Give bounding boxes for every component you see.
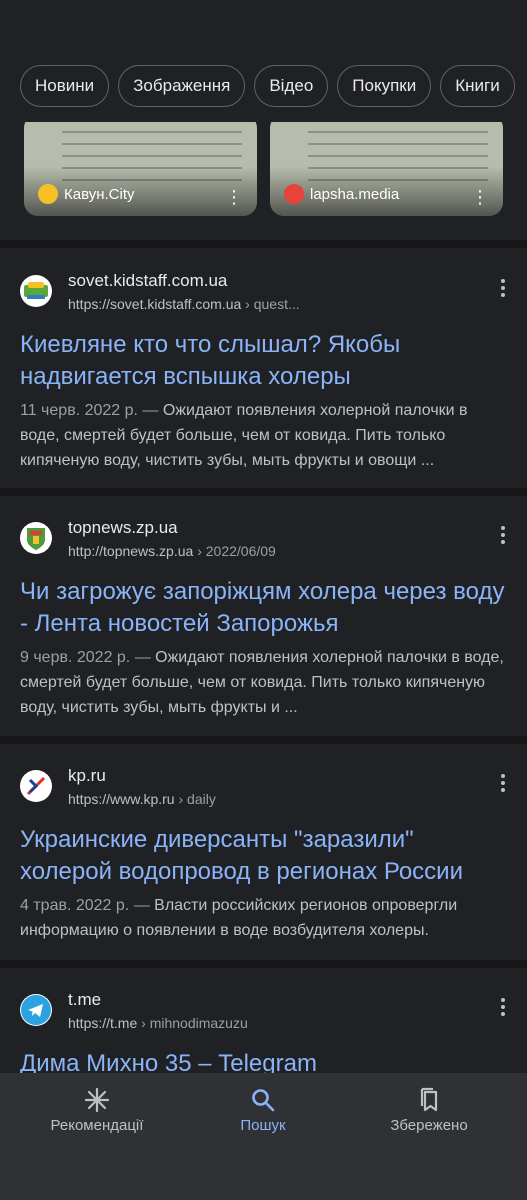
result-snippet: 4 трав. 2022 р. — Власти российских реги… [20, 897, 458, 939]
result-url: https://www.kp.ru › daily [68, 791, 216, 807]
filter-chips: Новини Зображення Відео Покупки Книги [20, 65, 515, 107]
bottom-navigation: Рекомендації Пошук Збережено [0, 1073, 527, 1200]
chip-books[interactable]: Книги [440, 65, 515, 107]
source-logo-icon [38, 184, 58, 204]
nav-search[interactable]: Пошук [183, 1083, 343, 1134]
image-source-label: lapsha.media [310, 185, 400, 203]
topnews-favicon-icon [20, 522, 52, 554]
result-site-name: kp.ru [68, 766, 106, 785]
more-vert-icon[interactable]: ⋮ [471, 188, 489, 206]
image-source: Кавун.City [38, 184, 135, 204]
image-source: lapsha.media [284, 184, 399, 204]
more-vert-icon[interactable] [501, 774, 505, 792]
asterisk-icon [17, 1083, 177, 1117]
chip-videos[interactable]: Відео [254, 65, 329, 107]
more-vert-icon[interactable]: ⋮ [225, 188, 243, 206]
image-card[interactable]: lapsha.media ⋮ [270, 122, 503, 216]
kp-favicon-icon [20, 770, 52, 802]
result-url: https://sovet.kidstaff.com.ua › quest... [68, 296, 300, 312]
result-site-name: t.me [68, 990, 102, 1009]
search-icon [183, 1083, 343, 1117]
nav-label: Рекомендації [50, 1117, 144, 1134]
divider [0, 960, 527, 968]
nav-label: Збережено [390, 1117, 468, 1134]
result-title-link[interactable]: Киевляне кто что слышал? Якобы надвигает… [20, 329, 507, 393]
source-logo-icon [284, 184, 304, 204]
result-url: https://t.me › mihnodimazuzu [68, 1015, 248, 1031]
divider [0, 736, 527, 744]
nav-discover[interactable]: Рекомендації [17, 1083, 177, 1134]
top-bar: Новини Зображення Відео Покупки Книги [0, 0, 527, 122]
nav-saved[interactable]: Збережено [349, 1083, 509, 1134]
chip-news[interactable]: Новини [20, 65, 110, 107]
image-card[interactable]: Кавун.City ⋮ [24, 122, 257, 216]
kidstaff-favicon-icon [20, 275, 52, 307]
more-vert-icon[interactable] [501, 998, 505, 1016]
result-title-link[interactable]: Украинские диверсанты "заразили" холерой… [20, 824, 507, 888]
more-vert-icon[interactable] [501, 279, 505, 297]
result-site-name: topnews.zp.ua [68, 518, 178, 537]
result-url: http://topnews.zp.ua › 2022/06/09 [68, 543, 276, 559]
divider [0, 488, 527, 496]
telegram-favicon-icon [20, 994, 52, 1026]
result-site-name: sovet.kidstaff.com.ua [68, 271, 228, 290]
chip-shopping[interactable]: Покупки [337, 65, 432, 107]
image-source-label: Кавун.City [64, 185, 135, 203]
result-title-link[interactable]: Чи загрожує запоріжцям холера через воду… [20, 576, 507, 640]
divider [0, 240, 527, 248]
more-vert-icon[interactable] [501, 526, 505, 544]
result-snippet: 9 черв. 2022 р. — Ожидают появления холе… [20, 649, 504, 716]
chip-images[interactable]: Зображення [118, 65, 246, 107]
image-results-strip: Кавун.City ⋮ lapsha.media ⋮ [0, 122, 527, 240]
result-snippet: 11 черв. 2022 р. — Ожидают появления хол… [20, 402, 468, 469]
bookmarks-icon [349, 1083, 509, 1117]
nav-label: Пошук [240, 1117, 286, 1134]
